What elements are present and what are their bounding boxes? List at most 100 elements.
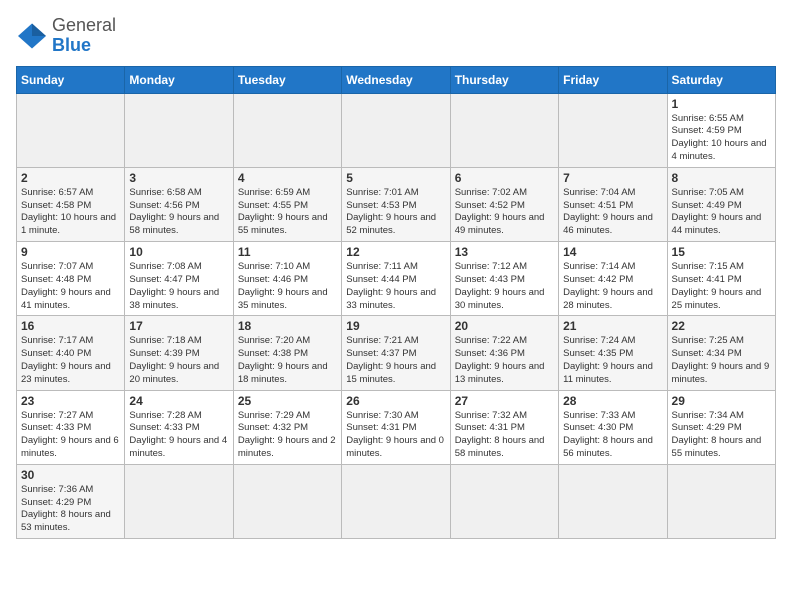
calendar-cell: 29 Sunrise: 7:34 AM Sunset: 4:29 PM Dayli…	[667, 390, 775, 464]
calendar-cell: 30 Sunrise: 7:36 AM Sunset: 4:29 PM Dayli…	[17, 464, 125, 538]
day-number: 14	[563, 245, 662, 259]
day-number: 19	[346, 319, 445, 333]
day-info: Sunrise: 7:10 AM Sunset: 4:46 PM Dayligh…	[238, 261, 337, 312]
calendar-cell	[17, 93, 125, 167]
calendar-week-row: 16Sunrise: 7:17 AM Sunset: 4:40 PM Dayli…	[17, 316, 776, 390]
weekday-header: Monday	[125, 66, 233, 93]
calendar-table: SundayMondayTuesdayWednesdayThursdayFrid…	[16, 66, 776, 540]
day-info: Sunrise: 7:24 AM Sunset: 4:35 PM Dayligh…	[563, 335, 662, 386]
day-number: 13	[455, 245, 554, 259]
day-number: 23	[21, 394, 120, 408]
day-info: Sunrise: 7:25 AM Sunset: 4:34 PM Dayligh…	[672, 335, 771, 386]
calendar-cell: 16Sunrise: 7:17 AM Sunset: 4:40 PM Dayli…	[17, 316, 125, 390]
day-number: 4	[238, 171, 337, 185]
calendar-cell	[233, 464, 341, 538]
day-info: Sunrise: 7:02 AM Sunset: 4:52 PM Dayligh…	[455, 187, 554, 238]
page-header: General Blue	[16, 16, 776, 56]
calendar-week-row: 2 Sunrise: 6:57 AM Sunset: 4:58 PM Daylig…	[17, 167, 776, 241]
day-info: Sunrise: 7:30 AM Sunset: 4:31 PM Dayligh…	[346, 410, 445, 461]
calendar-cell: 18 Sunrise: 7:20 AM Sunset: 4:38 PM Dayli…	[233, 316, 341, 390]
day-info: Sunrise: 7:01 AM Sunset: 4:53 PM Dayligh…	[346, 187, 445, 238]
day-info: Sunrise: 7:29 AM Sunset: 4:32 PM Dayligh…	[238, 410, 337, 461]
calendar-cell	[342, 464, 450, 538]
day-number: 8	[672, 171, 771, 185]
calendar-cell	[125, 93, 233, 167]
calendar-cell: 14 Sunrise: 7:14 AM Sunset: 4:42 PM Dayli…	[559, 242, 667, 316]
day-number: 10	[129, 245, 228, 259]
day-info: Sunrise: 7:12 AM Sunset: 4:43 PM Dayligh…	[455, 261, 554, 312]
day-info: Sunrise: 7:36 AM Sunset: 4:29 PM Dayligh…	[21, 484, 120, 535]
logo-icon	[16, 22, 48, 50]
day-info: Sunrise: 7:04 AM Sunset: 4:51 PM Dayligh…	[563, 187, 662, 238]
calendar-cell	[667, 464, 775, 538]
calendar-cell: 5Sunrise: 7:01 AM Sunset: 4:53 PM Daylig…	[342, 167, 450, 241]
weekday-header: Thursday	[450, 66, 558, 93]
day-number: 28	[563, 394, 662, 408]
day-number: 7	[563, 171, 662, 185]
weekday-header: Wednesday	[342, 66, 450, 93]
day-number: 12	[346, 245, 445, 259]
calendar-cell: 7 Sunrise: 7:04 AM Sunset: 4:51 PM Daylig…	[559, 167, 667, 241]
day-number: 2	[21, 171, 120, 185]
day-info: Sunrise: 6:55 AM Sunset: 4:59 PM Dayligh…	[672, 113, 771, 164]
calendar-week-row: 9 Sunrise: 7:07 AM Sunset: 4:48 PM Daylig…	[17, 242, 776, 316]
day-number: 17	[129, 319, 228, 333]
day-number: 25	[238, 394, 337, 408]
calendar-cell	[559, 464, 667, 538]
logo-text: General Blue	[52, 16, 116, 56]
calendar-cell: 11 Sunrise: 7:10 AM Sunset: 4:46 PM Dayli…	[233, 242, 341, 316]
calendar-cell: 28Sunrise: 7:33 AM Sunset: 4:30 PM Dayli…	[559, 390, 667, 464]
day-number: 26	[346, 394, 445, 408]
calendar-cell: 8 Sunrise: 7:05 AM Sunset: 4:49 PM Daylig…	[667, 167, 775, 241]
calendar-cell: 6 Sunrise: 7:02 AM Sunset: 4:52 PM Daylig…	[450, 167, 558, 241]
calendar-week-row: 30 Sunrise: 7:36 AM Sunset: 4:29 PM Dayli…	[17, 464, 776, 538]
day-info: Sunrise: 7:34 AM Sunset: 4:29 PM Dayligh…	[672, 410, 771, 461]
day-number: 24	[129, 394, 228, 408]
day-info: Sunrise: 7:11 AM Sunset: 4:44 PM Dayligh…	[346, 261, 445, 312]
calendar-cell: 15Sunrise: 7:15 AM Sunset: 4:41 PM Dayli…	[667, 242, 775, 316]
day-info: Sunrise: 7:32 AM Sunset: 4:31 PM Dayligh…	[455, 410, 554, 461]
day-info: Sunrise: 7:05 AM Sunset: 4:49 PM Dayligh…	[672, 187, 771, 238]
calendar-cell	[233, 93, 341, 167]
day-number: 3	[129, 171, 228, 185]
calendar-cell: 22 Sunrise: 7:25 AM Sunset: 4:34 PM Dayli…	[667, 316, 775, 390]
day-info: Sunrise: 7:21 AM Sunset: 4:37 PM Dayligh…	[346, 335, 445, 386]
calendar-cell	[450, 93, 558, 167]
day-info: Sunrise: 7:20 AM Sunset: 4:38 PM Dayligh…	[238, 335, 337, 386]
day-info: Sunrise: 7:27 AM Sunset: 4:33 PM Dayligh…	[21, 410, 120, 461]
day-info: Sunrise: 7:07 AM Sunset: 4:48 PM Dayligh…	[21, 261, 120, 312]
calendar-cell: 21 Sunrise: 7:24 AM Sunset: 4:35 PM Dayli…	[559, 316, 667, 390]
calendar-week-row: 23 Sunrise: 7:27 AM Sunset: 4:33 PM Dayli…	[17, 390, 776, 464]
weekday-header: Friday	[559, 66, 667, 93]
day-info: Sunrise: 7:08 AM Sunset: 4:47 PM Dayligh…	[129, 261, 228, 312]
day-info: Sunrise: 7:14 AM Sunset: 4:42 PM Dayligh…	[563, 261, 662, 312]
weekday-header-row: SundayMondayTuesdayWednesdayThursdayFrid…	[17, 66, 776, 93]
day-number: 16	[21, 319, 120, 333]
weekday-header: Sunday	[17, 66, 125, 93]
calendar-cell: 26 Sunrise: 7:30 AM Sunset: 4:31 PM Dayli…	[342, 390, 450, 464]
day-info: Sunrise: 6:59 AM Sunset: 4:55 PM Dayligh…	[238, 187, 337, 238]
day-number: 21	[563, 319, 662, 333]
calendar-cell: 23 Sunrise: 7:27 AM Sunset: 4:33 PM Dayli…	[17, 390, 125, 464]
weekday-header: Saturday	[667, 66, 775, 93]
day-number: 22	[672, 319, 771, 333]
calendar-cell: 4 Sunrise: 6:59 AM Sunset: 4:55 PM Daylig…	[233, 167, 341, 241]
day-number: 1	[672, 97, 771, 111]
day-number: 15	[672, 245, 771, 259]
day-number: 30	[21, 468, 120, 482]
calendar-cell: 2 Sunrise: 6:57 AM Sunset: 4:58 PM Daylig…	[17, 167, 125, 241]
day-number: 29	[672, 394, 771, 408]
day-number: 9	[21, 245, 120, 259]
calendar-cell: 1 Sunrise: 6:55 AM Sunset: 4:59 PM Daylig…	[667, 93, 775, 167]
day-info: Sunrise: 7:18 AM Sunset: 4:39 PM Dayligh…	[129, 335, 228, 386]
day-number: 20	[455, 319, 554, 333]
day-number: 11	[238, 245, 337, 259]
day-number: 18	[238, 319, 337, 333]
day-number: 6	[455, 171, 554, 185]
calendar-cell: 24Sunrise: 7:28 AM Sunset: 4:33 PM Dayli…	[125, 390, 233, 464]
calendar-cell: 3Sunrise: 6:58 AM Sunset: 4:56 PM Daylig…	[125, 167, 233, 241]
day-info: Sunrise: 6:57 AM Sunset: 4:58 PM Dayligh…	[21, 187, 120, 238]
calendar-week-row: 1 Sunrise: 6:55 AM Sunset: 4:59 PM Daylig…	[17, 93, 776, 167]
day-number: 27	[455, 394, 554, 408]
day-info: Sunrise: 7:22 AM Sunset: 4:36 PM Dayligh…	[455, 335, 554, 386]
